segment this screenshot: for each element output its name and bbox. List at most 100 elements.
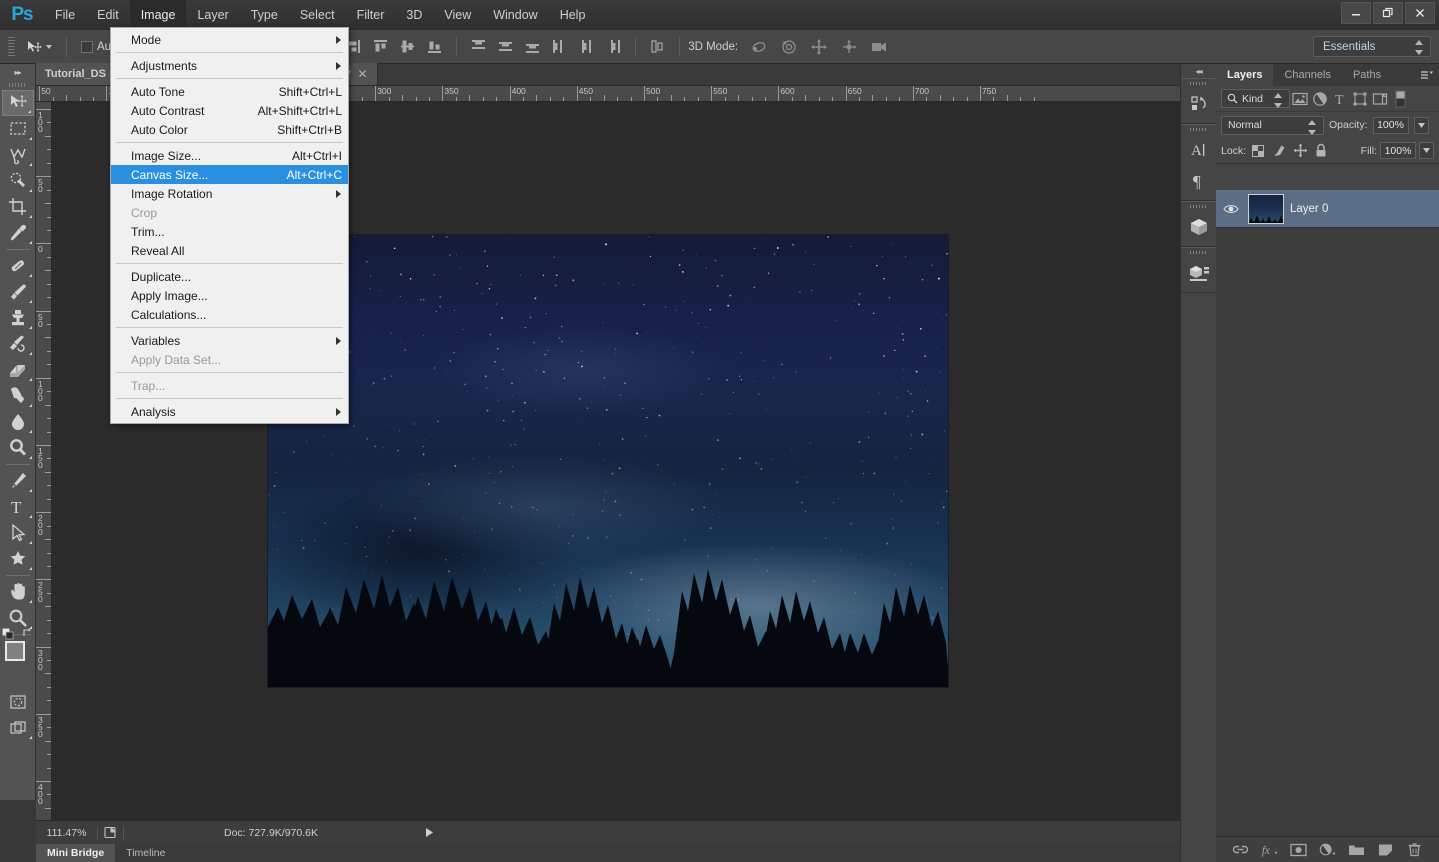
toolbar-grip[interactable] <box>0 80 35 90</box>
history-brush-tool[interactable] <box>2 331 34 357</box>
menu-edit[interactable]: Edit <box>86 0 130 30</box>
history-panel-icon[interactable] <box>1184 89 1214 119</box>
opacity-slider-chevron-icon[interactable] <box>1414 117 1429 134</box>
canvas-image[interactable] <box>267 234 949 688</box>
menu-item-auto-color[interactable]: Auto ColorShift+Ctrl+B <box>111 120 348 139</box>
spot-healing-brush-tool[interactable] <box>2 253 34 279</box>
menu-item-calculations[interactable]: Calculations... <box>111 305 348 324</box>
distribute-vertical-centers-icon[interactable] <box>497 38 514 55</box>
menu-item-analysis[interactable]: Analysis <box>111 402 348 421</box>
quick-selection-tool[interactable] <box>2 168 34 194</box>
toolbar-collapse-button[interactable]: ▸▸ <box>0 64 35 80</box>
gradient-tool[interactable] <box>2 383 34 409</box>
menu-filter[interactable]: Filter <box>346 0 396 30</box>
pan-3d-object-icon[interactable] <box>809 38 829 56</box>
3d-panel-icon[interactable] <box>1184 212 1214 242</box>
menu-layer[interactable]: Layer <box>186 0 239 30</box>
filter-smart-objects-icon[interactable] <box>1370 89 1390 108</box>
dock-grip-4[interactable] <box>1181 248 1216 257</box>
panel-tab-channels[interactable]: Channels <box>1273 64 1341 86</box>
workspace-chevron-icon[interactable] <box>1415 40 1424 55</box>
lasso-tool[interactable] <box>2 142 34 168</box>
hand-tool[interactable] <box>2 579 34 605</box>
auto-select-box-icon[interactable] <box>81 41 93 53</box>
menu-item-canvas-size[interactable]: Canvas Size...Alt+Ctrl+C <box>111 165 348 184</box>
zoom-level[interactable]: 111.47% <box>36 827 98 839</box>
panel-menu-icon[interactable] <box>1420 69 1434 81</box>
brush-tool[interactable] <box>2 279 34 305</box>
menu-select[interactable]: Select <box>289 0 346 30</box>
filter-adjustment-layers-icon[interactable] <box>1310 89 1330 108</box>
filter-kind-select[interactable]: Kind <box>1221 89 1290 108</box>
menu-view[interactable]: View <box>433 0 482 30</box>
delete-layer-icon[interactable] <box>1406 841 1423 858</box>
minimize-button[interactable] <box>1341 2 1371 24</box>
filter-type-layers-icon[interactable]: T <box>1330 89 1350 108</box>
menu-item-auto-tone[interactable]: Auto ToneShift+Ctrl+L <box>111 82 348 101</box>
new-adjustment-layer-icon[interactable] <box>1319 841 1336 858</box>
character-panel-icon[interactable]: A <box>1184 135 1214 165</box>
document-preview-icon[interactable] <box>98 826 124 839</box>
fill-input[interactable]: 100% <box>1380 142 1416 159</box>
image-menu-dropdown[interactable]: ModeAdjustmentsAuto ToneShift+Ctrl+LAuto… <box>110 27 349 424</box>
foreground-color-swatch[interactable] <box>5 641 25 661</box>
layer-list[interactable]: Layer 0 <box>1216 190 1439 836</box>
distribute-horizontal-centers-icon[interactable] <box>578 38 595 55</box>
tool-preset-chevron-icon[interactable] <box>46 45 52 49</box>
menu-item-image-size[interactable]: Image Size...Alt+Ctrl+I <box>111 146 348 165</box>
menu-help[interactable]: Help <box>549 0 597 30</box>
bottom-tab-timeline[interactable]: Timeline <box>115 844 176 862</box>
menu-3d[interactable]: 3D <box>395 0 433 30</box>
dock-grip-1[interactable] <box>1181 79 1216 88</box>
auto-align-layers-icon[interactable] <box>649 38 666 55</box>
paragraph-panel-icon[interactable]: ¶ <box>1184 166 1214 196</box>
bottom-tab-mini-bridge[interactable]: Mini Bridge <box>36 844 115 862</box>
add-layer-style-icon[interactable]: fx <box>1261 841 1278 858</box>
lock-position-icon[interactable] <box>1291 142 1309 160</box>
filter-pixel-layers-icon[interactable] <box>1290 89 1310 108</box>
menu-item-trim[interactable]: Trim... <box>111 222 348 241</box>
dock-collapse-button[interactable]: ◂◂ <box>1181 64 1216 78</box>
current-tool-preset[interactable] <box>20 39 58 55</box>
align-bottom-edges-icon[interactable] <box>426 38 443 55</box>
eyedropper-tool[interactable] <box>2 220 34 246</box>
layer-thumbnail[interactable] <box>1248 194 1284 224</box>
lock-image-pixels-icon[interactable] <box>1270 142 1288 160</box>
blur-tool[interactable] <box>2 409 34 435</box>
dock-grip-3[interactable] <box>1181 202 1216 211</box>
menu-item-reveal-all[interactable]: Reveal All <box>111 241 348 260</box>
new-group-icon[interactable] <box>1348 841 1365 858</box>
blend-mode-select[interactable]: Normal <box>1221 116 1324 135</box>
menu-type[interactable]: Type <box>240 0 289 30</box>
fill-slider-chevron-icon[interactable] <box>1419 142 1434 159</box>
link-layers-icon[interactable] <box>1232 841 1249 858</box>
lock-all-icon[interactable] <box>1312 142 1330 160</box>
blend-mode-chevron-icon[interactable] <box>1308 120 1317 135</box>
distribute-left-edges-icon[interactable] <box>551 38 568 55</box>
close-button[interactable] <box>1405 2 1435 24</box>
rectangular-marquee-tool[interactable] <box>2 116 34 142</box>
align-top-edges-icon[interactable] <box>372 38 389 55</box>
slide-3d-object-icon[interactable] <box>839 38 859 56</box>
panel-tab-paths[interactable]: Paths <box>1342 64 1392 86</box>
custom-shape-tool[interactable] <box>2 546 34 572</box>
menu-item-apply-image[interactable]: Apply Image... <box>111 286 348 305</box>
path-selection-tool[interactable] <box>2 520 34 546</box>
close-document-icon[interactable]: ✕ <box>358 67 368 81</box>
scale-3d-object-icon[interactable] <box>869 38 889 56</box>
menu-file[interactable]: File <box>44 0 86 30</box>
layer-name[interactable]: Layer 0 <box>1290 203 1328 215</box>
lock-transparent-pixels-icon[interactable] <box>1249 142 1267 160</box>
menu-window[interactable]: Window <box>482 0 548 30</box>
filter-toggle-switch[interactable] <box>1390 89 1410 108</box>
menu-item-mode[interactable]: Mode <box>111 30 348 49</box>
menu-item-duplicate[interactable]: Duplicate... <box>111 267 348 286</box>
filter-kind-chevron-icon[interactable] <box>1274 93 1283 108</box>
rotate-3d-object-icon[interactable] <box>749 38 769 56</box>
panel-tab-layers[interactable]: Layers <box>1216 64 1273 86</box>
crop-tool[interactable] <box>2 194 34 220</box>
layer-row[interactable]: Layer 0 <box>1216 190 1439 228</box>
roll-3d-object-icon[interactable] <box>779 38 799 56</box>
pen-tool[interactable] <box>2 468 34 494</box>
dock-grip-2[interactable] <box>1181 125 1216 134</box>
